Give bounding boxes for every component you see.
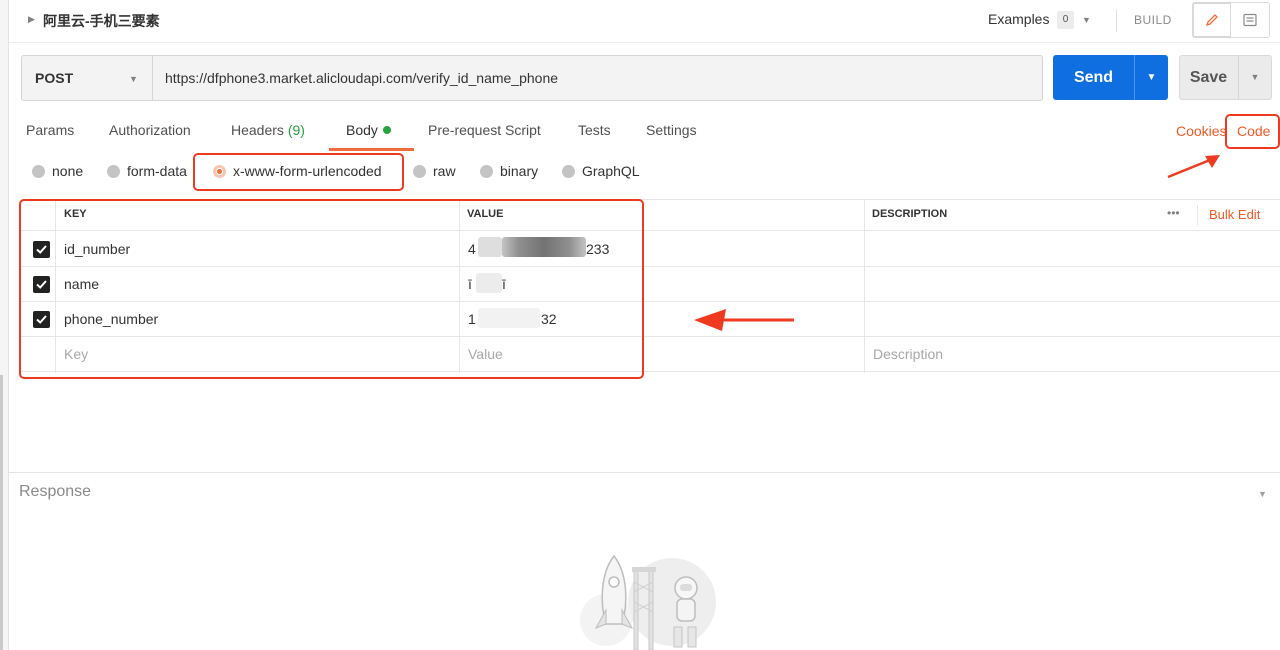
tab-prerequest-script[interactable]: Pre-request Script bbox=[428, 122, 541, 138]
response-divider bbox=[9, 472, 1280, 473]
cookies-link[interactable]: Cookies bbox=[1176, 123, 1227, 139]
column-description-header: DESCRIPTION bbox=[872, 208, 948, 220]
tab-params[interactable]: Params bbox=[26, 122, 74, 138]
tab-body-label: Body bbox=[346, 122, 378, 138]
gutter-scroll-indicator bbox=[0, 375, 3, 650]
radio-none-label: none bbox=[52, 163, 84, 179]
mode-toggle-group bbox=[1192, 2, 1270, 38]
headers-count: (9) bbox=[287, 122, 305, 138]
radio-raw[interactable]: raw bbox=[413, 163, 456, 179]
radio-dot bbox=[413, 164, 426, 178]
radio-graphql[interactable]: GraphQL bbox=[562, 163, 640, 179]
body-active-dot bbox=[382, 126, 391, 134]
radio-form-data[interactable]: form-data bbox=[107, 163, 187, 179]
tab-authorization[interactable]: Authorization bbox=[109, 122, 191, 138]
urlencoded-annotation-box bbox=[193, 153, 404, 191]
save-options-chevron-icon[interactable]: ▼ bbox=[1239, 56, 1271, 99]
chevron-down-icon[interactable]: ▼ bbox=[1082, 15, 1091, 25]
request-name[interactable]: 阿里云-手机三要素 bbox=[43, 11, 160, 31]
send-label: Send bbox=[1073, 69, 1114, 86]
more-options-icon[interactable]: ••• bbox=[1167, 206, 1180, 220]
send-options-chevron-icon[interactable]: ▼ bbox=[1135, 55, 1168, 100]
annotation-arrow-icon bbox=[694, 309, 794, 331]
chevron-down-icon[interactable]: ▼ bbox=[1258, 489, 1267, 499]
radio-dot bbox=[562, 164, 575, 178]
radio-dot bbox=[107, 164, 120, 178]
code-annotation-box bbox=[1225, 114, 1280, 149]
radio-graphql-label: GraphQL bbox=[582, 163, 640, 179]
bulk-edit-link[interactable]: Bulk Edit bbox=[1209, 207, 1260, 222]
tab-tests[interactable]: Tests bbox=[578, 122, 611, 138]
chevron-down-icon: ▼ bbox=[129, 74, 138, 84]
url-input[interactable]: https://dfphone3.market.alicloudapi.com/… bbox=[153, 55, 1043, 101]
radio-form-data-label: form-data bbox=[127, 163, 187, 179]
radio-dot bbox=[32, 164, 45, 178]
column-divider bbox=[864, 199, 865, 373]
tab-headers[interactable]: Headers (9) bbox=[231, 122, 305, 138]
radio-none[interactable]: none bbox=[32, 163, 83, 179]
header-divider bbox=[1197, 205, 1198, 225]
radio-binary[interactable]: binary bbox=[480, 163, 538, 179]
title-divider bbox=[1116, 10, 1117, 32]
save-label: Save bbox=[1189, 69, 1228, 86]
edit-mode-button[interactable] bbox=[1193, 3, 1232, 37]
method-select[interactable]: POST ▼ bbox=[21, 55, 153, 101]
examples-count-badge: 0 bbox=[1057, 11, 1074, 29]
tab-body[interactable]: Body bbox=[346, 122, 391, 138]
new-description-input[interactable]: Description bbox=[873, 346, 943, 362]
tab-settings[interactable]: Settings bbox=[646, 122, 697, 138]
params-annotation-box bbox=[19, 199, 644, 379]
response-label: Response bbox=[19, 483, 92, 500]
comment-icon bbox=[1243, 13, 1257, 27]
send-button[interactable]: Send ▼ bbox=[1053, 55, 1168, 100]
method-label: POST bbox=[35, 70, 74, 86]
save-button[interactable]: Save ▼ bbox=[1179, 55, 1272, 100]
pencil-icon bbox=[1205, 14, 1218, 27]
radio-raw-label: raw bbox=[433, 163, 456, 179]
tab-headers-label: Headers bbox=[231, 122, 284, 138]
documentation-mode-button[interactable] bbox=[1231, 3, 1269, 37]
annotation-arrow-icon bbox=[1167, 155, 1220, 179]
rocket-astronaut-illustration bbox=[580, 554, 716, 650]
build-mode-label[interactable]: BUILD bbox=[1134, 13, 1172, 27]
expand-caret-icon[interactable]: ▶ bbox=[28, 14, 35, 25]
examples-dropdown-label[interactable]: Examples bbox=[988, 11, 1049, 27]
active-tab-indicator bbox=[329, 148, 414, 151]
radio-binary-label: binary bbox=[500, 163, 539, 179]
radio-dot bbox=[480, 164, 493, 178]
